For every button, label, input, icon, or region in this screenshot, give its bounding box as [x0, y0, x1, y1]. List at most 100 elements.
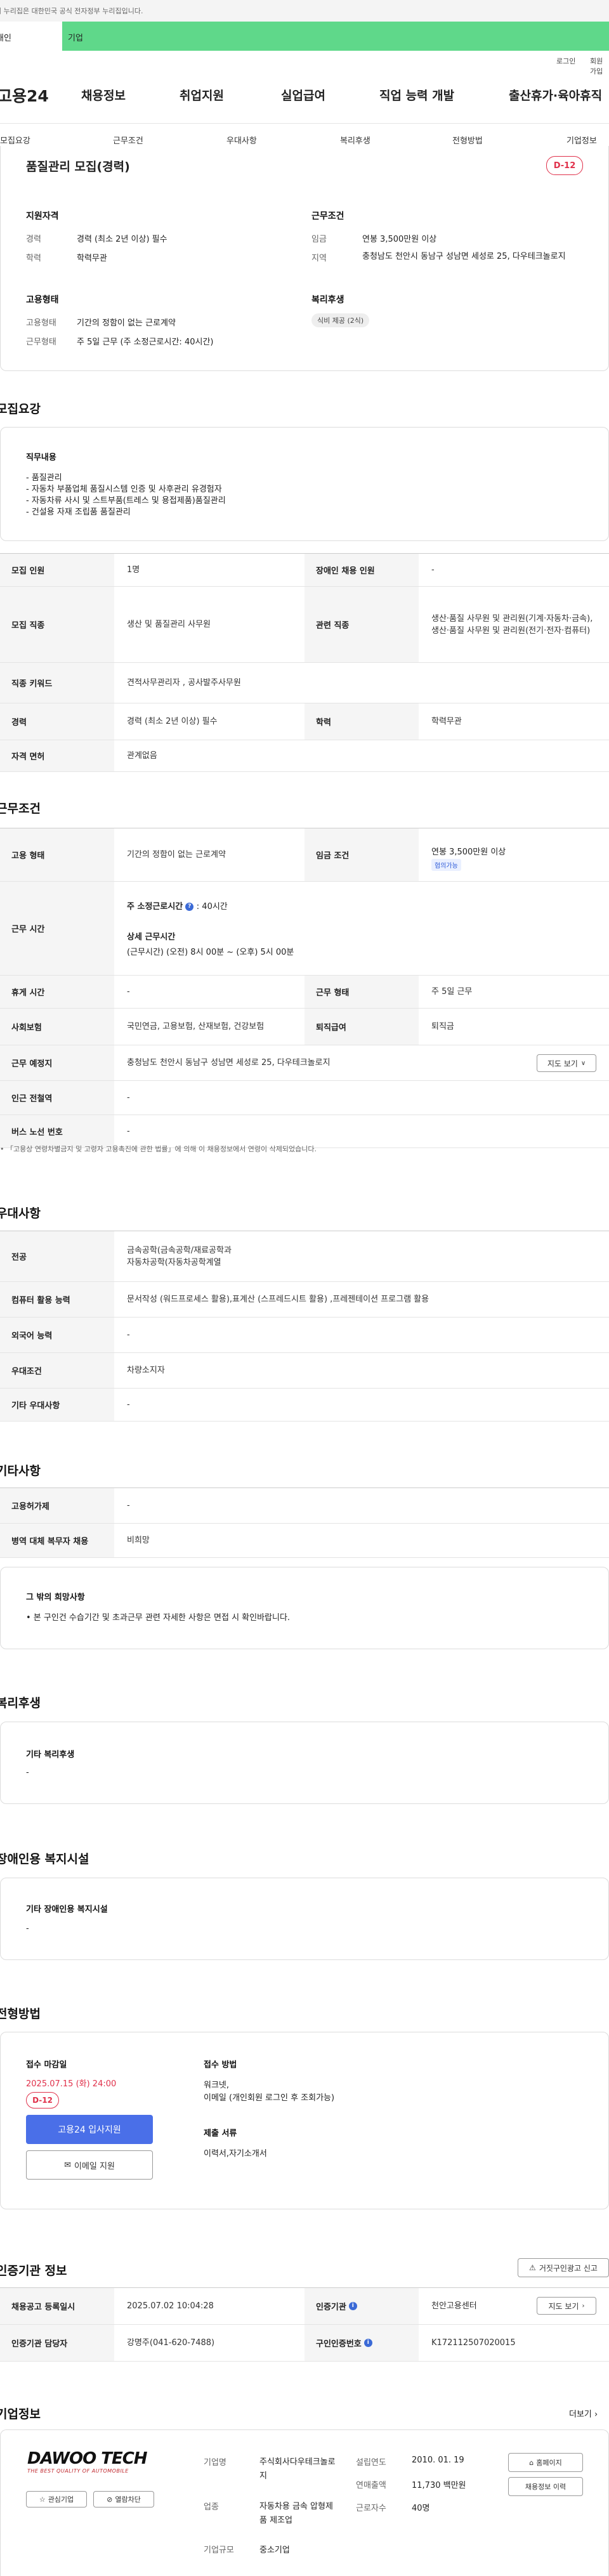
- anchor-company[interactable]: 기업정보: [566, 134, 597, 146]
- etc-table: 고용허가제 - 병역 대체 복무자 채용 비희망: [0, 1487, 609, 1558]
- emp-label-shift: 근무형태: [26, 337, 56, 347]
- cell-value: 생산·품질 사무원 및 관리원(기계·자동차·금속), 생산·품질 사무원 및 …: [431, 613, 593, 636]
- agency-map-button[interactable]: 지도 보기 ›: [537, 2297, 596, 2315]
- wage-negotiable-tag: 협의가능: [431, 859, 461, 871]
- table-row: 고용 형태 기간의 정함이 없는 근로계약 임금 조건 연봉 3,500만원 이…: [0, 828, 609, 882]
- cell-header: 모집 직종: [0, 587, 114, 662]
- homepage-button[interactable]: ⌂ 홈페이지: [508, 2453, 583, 2472]
- company-more-link[interactable]: 더보기 ›: [569, 2407, 598, 2419]
- anchor-preferences[interactable]: 우대사항: [226, 134, 257, 146]
- work-table: 고용 형태 기간의 정함이 없는 근로계약 임금 조건 연봉 3,500만원 이…: [0, 828, 609, 1148]
- table-row: 기타 우대사항 -: [0, 1389, 609, 1422]
- emp-value-type: 기간의 정함이 없는 근로계약: [77, 318, 176, 328]
- cell-value: -: [127, 1330, 130, 1340]
- cell-header: 버스 노선 번호: [0, 1115, 114, 1147]
- cell-header: 병역 대체 복무자 채용: [0, 1524, 114, 1557]
- agency-heading: 인증기관 정보: [0, 2264, 67, 2278]
- cell-value: 경력 (최소 2년 이상) 필수: [127, 717, 218, 726]
- company-label-established: 설립연도: [356, 2458, 386, 2468]
- cell-header: 구인인증번호 i: [304, 2325, 419, 2361]
- report-false-ad-button[interactable]: ⚠ 거짓구인광고 신고: [518, 2258, 609, 2277]
- table-row: 우대조건 차량소지자: [0, 1353, 609, 1389]
- company-size: 중소기업: [259, 2546, 290, 2555]
- tab-company[interactable]: 기업: [62, 22, 609, 51]
- job-history-button[interactable]: 채용정보 이력: [508, 2477, 583, 2496]
- welfare-box-title: 기타 복리후생: [26, 1750, 75, 1760]
- favorite-company-button[interactable]: ☆ 관심기업: [26, 2491, 87, 2507]
- nav-item-jobs[interactable]: 채용정보: [81, 86, 126, 103]
- map-view-button[interactable]: 지도 보기 ∨: [537, 1054, 596, 1072]
- duty-line: - 자동차 부품업체 품질시스템 인증 및 사후관리 유경험자: [26, 485, 222, 494]
- method-line: 이메일 (개인회원 로그인 후 조회가능): [204, 2093, 335, 2103]
- login-link[interactable]: 로그인: [556, 56, 575, 66]
- welfare-summary-title: 복리후생: [311, 295, 344, 305]
- info-icon[interactable]: ?: [185, 903, 194, 911]
- hours-detail-title: 상세 근무시간: [127, 932, 176, 942]
- cell-header: 근무 시간: [0, 882, 114, 975]
- process-box: 접수 마감일 2025.07.15 (화) 24:00 D-12 고용24 입사…: [0, 2032, 609, 2209]
- weekly-hours-value: : 40시간: [196, 902, 228, 912]
- site-logo[interactable]: 고용24: [0, 84, 49, 107]
- cell-value: 충청남도 천안시 동남구 성남면 세성로 25, 다우테크놀로지: [127, 1058, 331, 1068]
- anchor-welfare[interactable]: 복리후생: [340, 134, 370, 146]
- cell-value: 문서작성 (워드프로세스 활용),표계산 (스프레드시트 활용) ,프레젠테이션…: [127, 1295, 429, 1304]
- duty-title: 직무내용: [26, 453, 56, 462]
- etc-heading: 기타사항: [0, 1464, 41, 1478]
- star-icon: ☆: [39, 2495, 46, 2504]
- duty-box: 직무내용 - 품질관리 - 자동차 부품업체 품질시스템 인증 및 사후관리 유…: [0, 427, 609, 541]
- company-logo-text: DAWOO TECH: [27, 2449, 148, 2468]
- cond-value-region: 충청남도 천안시 동남구 성남면 세성로 25, 다우테크놀로지: [362, 252, 566, 261]
- chevron-right-icon: ›: [582, 2302, 585, 2310]
- info-icon[interactable]: i: [348, 2302, 357, 2310]
- deadline-dday-badge: D-12: [26, 2092, 59, 2109]
- cell-header: 컴퓨터 활용 능력: [0, 1282, 114, 1317]
- envelope-icon: ✉: [64, 2160, 71, 2170]
- signup-link[interactable]: 회원가입: [590, 56, 609, 76]
- table-row: 외국어 능력 -: [0, 1317, 609, 1353]
- company-established: 2010. 01. 19: [412, 2455, 464, 2465]
- cell-value: 2025.07.02 10:04:28: [127, 2301, 214, 2311]
- job-summary-card: 품질관리 모집(경력) D-12 지원자격 경력 경력 (최소 2년 이상) 필…: [0, 146, 609, 371]
- company-label-industry: 업종: [204, 2502, 219, 2512]
- anchor-process[interactable]: 전형방법: [452, 134, 483, 146]
- cell-header: 채용공고 등록일시: [0, 2288, 114, 2324]
- company-label-name: 기업명: [204, 2458, 226, 2468]
- cell-header: 자격 면허: [0, 740, 114, 771]
- weekly-hours-label: 주 소정근로시간: [127, 902, 183, 912]
- company-label-employees: 근로자수: [356, 2504, 386, 2513]
- nav-item-employment-support[interactable]: 취업지원: [180, 86, 224, 103]
- qual-value-education: 학력무관: [77, 254, 107, 263]
- tab-personal[interactable]: 개인: [0, 22, 62, 51]
- dday-badge: D-12: [546, 156, 583, 175]
- emp-label-type: 고용형태: [26, 318, 56, 328]
- company-industry: 자동차용 금속 압형제품 제조업: [259, 2502, 333, 2525]
- nav-item-vocational-training[interactable]: 직업 능력 개발: [379, 86, 454, 103]
- nav-item-maternity-leave[interactable]: 출산휴가·육아휴직: [509, 86, 602, 103]
- block-view-button[interactable]: ⊘ 열람차단: [93, 2491, 154, 2507]
- table-row: 인근 전철역 -: [0, 1081, 609, 1115]
- duty-line: - 품질관리: [26, 473, 62, 483]
- cell-header: 사회보험: [0, 1009, 114, 1045]
- info-icon[interactable]: i: [363, 2339, 372, 2347]
- cell-header: 기타 우대사항: [0, 1389, 114, 1421]
- gov-notice-bar: 이 누리집은 대한민국 공식 전자정부 누리집입니다.: [0, 0, 609, 22]
- cell-value: 관계없음: [127, 751, 157, 761]
- process-heading: 전형방법: [0, 2007, 41, 2021]
- cell-value: -: [127, 987, 130, 997]
- disabled-box: 기타 장애인용 복지시설 -: [0, 1878, 609, 1960]
- table-row: 휴게 시간 - 근무 형태 주 5일 근무: [0, 976, 609, 1009]
- email-apply-button[interactable]: ✉ 이메일 지원: [26, 2150, 153, 2180]
- cond-label-region: 지역: [311, 254, 327, 263]
- pref-table: 전공 금속공학(금속공학/재료공학과 자동차공학(자동차공학계열 컴퓨터 활용 …: [0, 1231, 609, 1422]
- apply-button[interactable]: 고용24 입사지원: [26, 2115, 153, 2144]
- welfare-box: 기타 복리후생 -: [0, 1722, 609, 1804]
- table-row: 전공 금속공학(금속공학/재료공학과 자동차공학(자동차공학계열: [0, 1231, 609, 1282]
- qual-label-education: 학력: [26, 254, 41, 263]
- anchor-recruit[interactable]: 모집요강: [0, 134, 30, 146]
- deadline-value: 2025.07.15 (화) 24:00: [26, 2079, 117, 2089]
- cell-value: -: [431, 565, 435, 575]
- company-logo-slogan: THE BEST QUALITY OF AUTOMOBILE: [27, 2468, 129, 2474]
- anchor-work-conditions[interactable]: 근무조건: [113, 134, 143, 146]
- cell-header: 인근 전철역: [0, 1081, 114, 1115]
- nav-item-unemployment-benefit[interactable]: 실업급여: [281, 86, 325, 103]
